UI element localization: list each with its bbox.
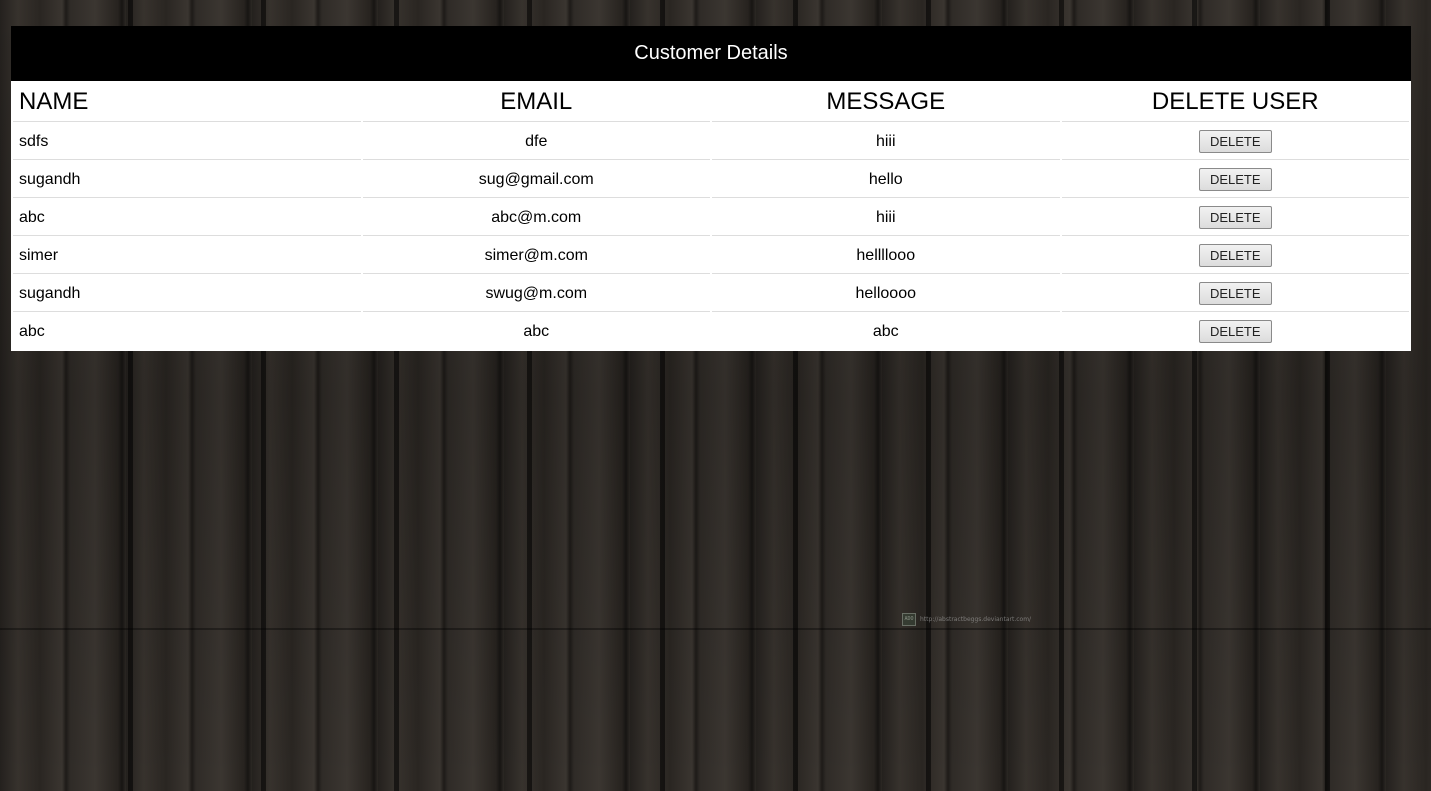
cell-email: swug@m.com (362, 276, 710, 312)
cell-message: hiii (712, 200, 1060, 236)
watermark-text: http://abstractbeggs.deviantart.com/ (920, 616, 1032, 623)
cell-name: sugandh (13, 162, 361, 198)
column-header-message: MESSAGE (712, 83, 1060, 122)
table-row: sugandh swug@m.com helloooo DELETE (13, 276, 1409, 312)
cell-delete: DELETE (1061, 238, 1409, 274)
column-header-delete-user: DELETE USER (1061, 83, 1409, 122)
cell-message: hiii (712, 124, 1060, 160)
cell-message: hello (712, 162, 1060, 198)
delete-button[interactable]: DELETE (1198, 320, 1272, 343)
cell-email: sug@gmail.com (362, 162, 710, 198)
table-header-row: NAME EMAIL MESSAGE DELETE USER (13, 83, 1409, 122)
customer-table: NAME EMAIL MESSAGE DELETE USER sdfs dfe … (11, 81, 1411, 351)
column-header-email: EMAIL (362, 83, 710, 122)
table-row: abc abc abc DELETE (13, 314, 1409, 349)
cell-delete: DELETE (1061, 276, 1409, 312)
cell-email: abc (523, 322, 550, 340)
delete-button[interactable]: DELETE (1198, 168, 1272, 191)
cell-message: hellllooo (712, 238, 1060, 274)
column-header-name: NAME (13, 83, 361, 122)
cell-delete: DELETE (1061, 200, 1409, 236)
cell-email: simer@m.com (362, 238, 710, 274)
cell-name: abc (13, 200, 361, 236)
cell-name: abc (19, 322, 45, 340)
cell-email: dfe (362, 124, 710, 160)
watermark-logo-icon: ADO (902, 613, 916, 626)
cell-message: abc (872, 322, 899, 340)
cell-name: simer (13, 238, 361, 274)
delete-button[interactable]: DELETE (1198, 130, 1272, 153)
cell-message: helloooo (712, 276, 1060, 312)
cell-delete: DELETE (1061, 124, 1409, 160)
customer-details-panel: Customer Details NAME EMAIL MESSAGE DELE… (11, 26, 1411, 351)
cell-name: sdfs (13, 124, 361, 160)
cell-name: sugandh (13, 276, 361, 312)
table-row: sugandh sug@gmail.com hello DELETE (13, 162, 1409, 198)
cell-email: abc@m.com (362, 200, 710, 236)
wood-seam (0, 628, 1431, 630)
delete-button[interactable]: DELETE (1198, 244, 1272, 267)
cell-delete: DELETE (1061, 162, 1409, 198)
delete-button[interactable]: DELETE (1198, 206, 1272, 229)
background-watermark: ADO http://abstractbeggs.deviantart.com/ (902, 613, 1031, 626)
table-row: abc abc@m.com hiii DELETE (13, 200, 1409, 236)
page-title: Customer Details (11, 26, 1411, 81)
table-row: simer simer@m.com hellllooo DELETE (13, 238, 1409, 274)
cell-delete: DELETE (1062, 314, 1410, 349)
delete-button[interactable]: DELETE (1198, 282, 1272, 305)
table-row: sdfs dfe hiii DELETE (13, 124, 1409, 160)
